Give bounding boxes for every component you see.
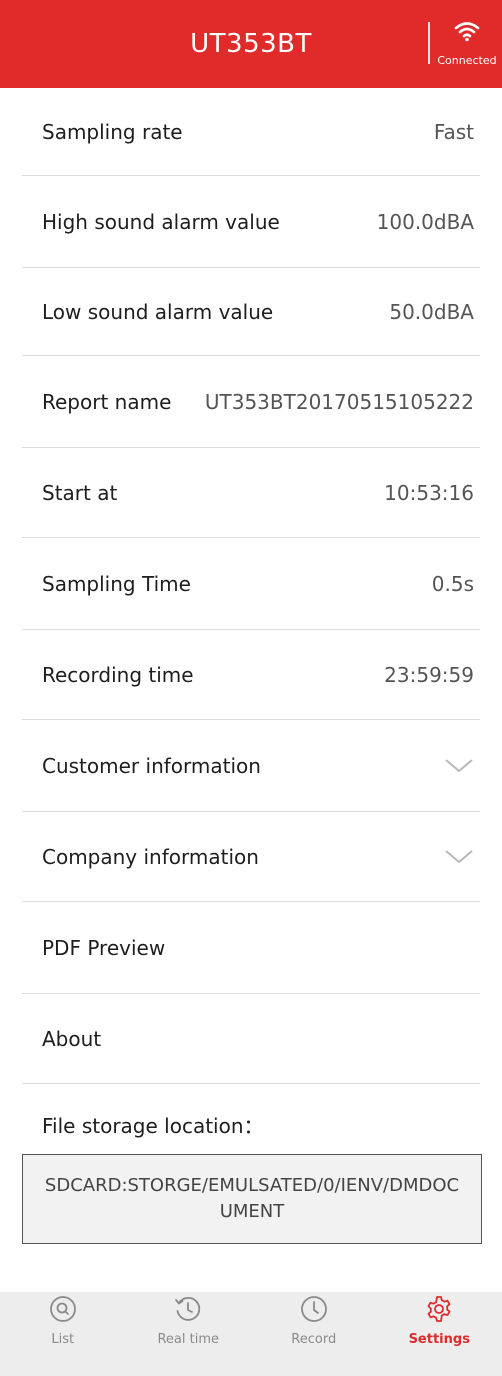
setting-value: 100.0dBA <box>376 209 474 234</box>
header-divider <box>428 22 430 64</box>
setting-label: Low sound alarm value <box>42 299 274 324</box>
setting-label: Start at <box>42 480 118 505</box>
setting-sampling-time[interactable]: Sampling Time 0.5s <box>22 538 480 630</box>
setting-report-name[interactable]: Report name UT353BT20170515105222 <box>22 356 480 448</box>
setting-recording-time[interactable]: Recording time 23:59:59 <box>22 630 480 720</box>
setting-customer-info[interactable]: Customer information <box>22 720 480 812</box>
setting-high-alarm[interactable]: High sound alarm value 100.0dBA <box>22 176 480 268</box>
settings-list: Sampling rate Fast High sound alarm valu… <box>0 88 502 1084</box>
setting-label: High sound alarm value <box>42 209 280 234</box>
tab-label: Record <box>291 1332 337 1347</box>
setting-about[interactable]: About <box>22 994 480 1084</box>
tab-list[interactable]: List <box>0 1294 126 1376</box>
setting-label: About <box>42 1026 102 1051</box>
setting-label: Recording time <box>42 662 194 687</box>
setting-label: Sampling rate <box>42 119 183 144</box>
setting-value: UT353BT20170515105222 <box>204 389 474 414</box>
setting-value: 23:59:59 <box>384 662 474 687</box>
app-header: UT353BT <box>0 0 502 88</box>
clock-icon <box>299 1294 329 1328</box>
setting-value: Fast <box>433 119 474 144</box>
setting-low-alarm[interactable]: Low sound alarm value 50.0dBA <box>22 268 480 356</box>
setting-label: Sampling Time <box>42 571 191 596</box>
file-storage-section: File storage location： SDCARD:STORGE/EMU… <box>0 1102 502 1320</box>
setting-start-at[interactable]: Start at 10:53:16 <box>22 448 480 538</box>
setting-label: Report name <box>42 389 172 414</box>
connection-status[interactable]: Connected <box>432 20 502 80</box>
setting-pdf-preview[interactable]: PDF Preview <box>22 902 480 994</box>
setting-value: 10:53:16 <box>384 480 474 505</box>
setting-label: PDF Preview <box>42 935 166 960</box>
tab-record[interactable]: Record <box>251 1294 377 1376</box>
storage-path-box: SDCARD:STORGE/EMULSATED/0/IENV/DMDOCUMEN… <box>22 1154 482 1244</box>
connection-label: Connected <box>437 54 497 67</box>
tab-label: List <box>51 1332 75 1347</box>
setting-label: Company information <box>42 844 259 869</box>
tab-settings[interactable]: Settings <box>377 1294 502 1376</box>
bottom-tab-bar: List Real time Record Settings <box>0 1292 502 1376</box>
setting-sampling-rate[interactable]: Sampling rate Fast <box>22 88 480 176</box>
setting-value: 0.5s <box>431 571 474 596</box>
tab-label: Real time <box>157 1332 220 1347</box>
tab-label: Settings <box>408 1332 470 1347</box>
gear-icon <box>424 1294 454 1328</box>
device-title: UT353BT <box>190 29 312 59</box>
storage-path: SDCARD:STORGE/EMULSATED/0/IENV/DMDOCUMEN… <box>44 1175 460 1222</box>
wifi-icon <box>454 20 480 46</box>
tab-real-time[interactable]: Real time <box>126 1294 252 1376</box>
storage-label: File storage location： <box>42 1114 264 1138</box>
setting-company-info[interactable]: Company information <box>22 812 480 902</box>
chevron-down-icon <box>445 758 473 772</box>
setting-label: Customer information <box>42 753 261 778</box>
search-circle-icon <box>48 1294 78 1328</box>
history-icon <box>173 1294 203 1328</box>
setting-value: 50.0dBA <box>389 299 474 324</box>
chevron-down-icon <box>445 849 473 863</box>
